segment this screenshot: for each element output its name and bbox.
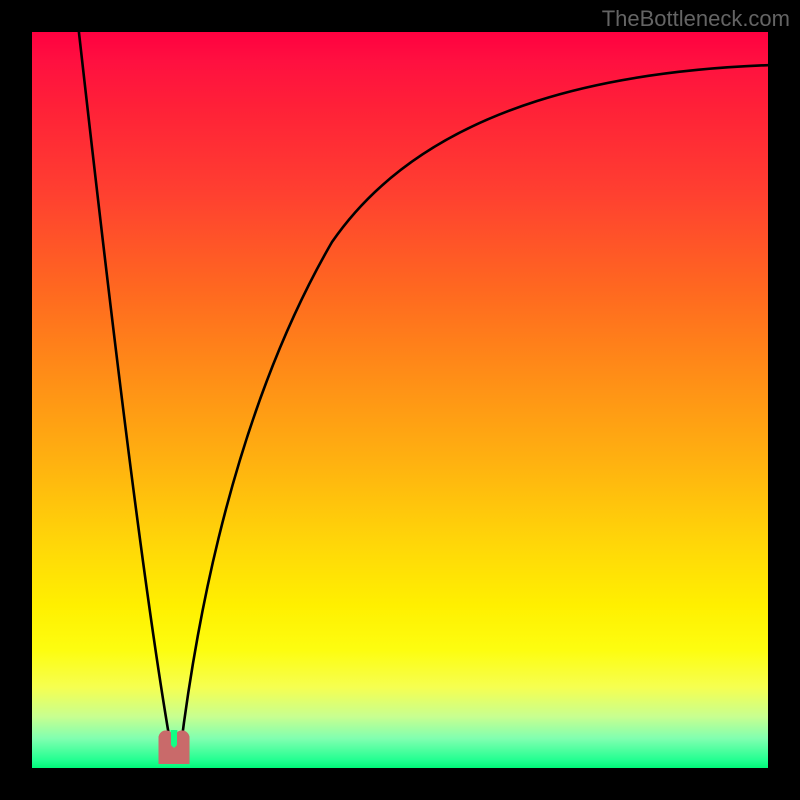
watermark-text: TheBottleneck.com: [602, 6, 790, 32]
curve-right-branch: [180, 65, 768, 753]
curve-layer: [32, 32, 768, 768]
chart-frame: TheBottleneck.com: [0, 0, 800, 800]
curve-left-branch: [78, 32, 172, 753]
plot-area: [32, 32, 768, 768]
minimum-marker-icon: [158, 730, 190, 764]
